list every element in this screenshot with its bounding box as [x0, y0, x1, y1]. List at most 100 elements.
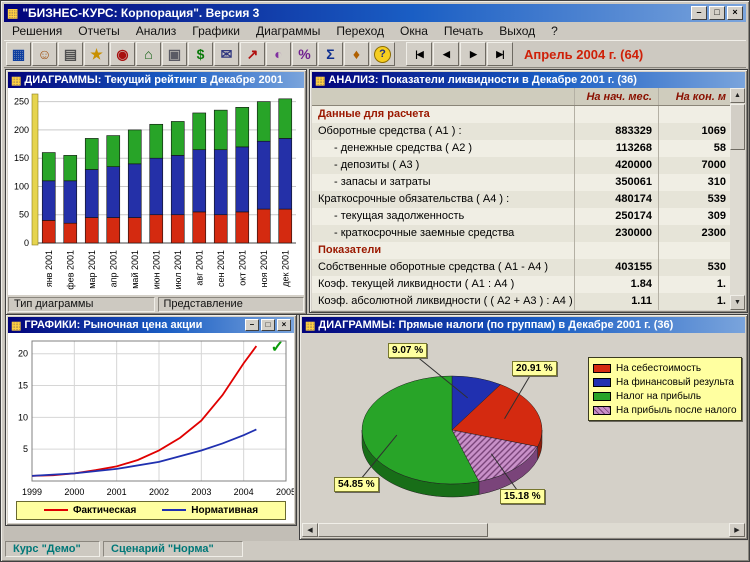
menu-item-7[interactable]: Окна	[392, 23, 436, 39]
window-icon: ▦	[305, 319, 315, 332]
svg-text:июл 2001: июл 2001	[173, 250, 183, 289]
svg-text:2004: 2004	[234, 487, 254, 497]
close-button[interactable]: ×	[727, 6, 743, 20]
nav-first-button[interactable]: |◀	[406, 42, 432, 66]
row-label: Коэф. абсолютной ликвидности ( ( А2 + А3…	[312, 293, 574, 310]
legend-item: Налог на прибыль	[593, 389, 737, 403]
bar-chart-icon[interactable]: ▦	[6, 42, 31, 66]
scroll-up-button[interactable]: ▲	[730, 88, 745, 103]
table-row: - краткосрочные заемные средства23000023…	[312, 225, 730, 242]
window-bar-chart: ▦ ДИАГРАММЫ: Текущий рейтинг в Декабре 2…	[5, 69, 307, 315]
scroll-left-button[interactable]: ◀	[302, 523, 318, 537]
trend-icon[interactable]: ↗	[240, 42, 265, 66]
value-start: 883329	[574, 123, 658, 140]
pie-horizontal-scrollbar[interactable]: ◀ ▶	[302, 523, 745, 537]
analysis-window-title: АНАЛИЗ: Показатели ликвидности в Декабре…	[328, 74, 637, 86]
table-row: Коэф. текущей ликвидности ( А1 : А4 )1.8…	[312, 276, 730, 293]
window-line-chart: ▦ ГРАФИКИ: Рыночная цена акции – □ × 199…	[5, 314, 297, 526]
line-window-title-bar[interactable]: ▦ ГРАФИКИ: Рыночная цена акции – □ ×	[8, 317, 294, 333]
analysis-table: На нач. мес. На кон. м Данные для расчет…	[312, 88, 730, 310]
minimize-button[interactable]: –	[691, 6, 707, 20]
document-icon: ▤	[64, 46, 77, 63]
money-icon[interactable]: $	[188, 42, 213, 66]
title-bar[interactable]: ▦ "БИЗНЕС-КУРС: Корпорация". Версия 3 – …	[4, 4, 746, 22]
maximize-button[interactable]: □	[261, 319, 275, 331]
svg-text:2000: 2000	[64, 487, 84, 497]
table-row: - текущая задолженность250174309	[312, 208, 730, 225]
value-end: 530	[658, 259, 730, 276]
target-icon: ◉	[116, 46, 128, 63]
sum-icon[interactable]: Σ	[318, 42, 343, 66]
menu-item-10[interactable]: ?	[543, 23, 566, 39]
people-icon[interactable]: ☺	[32, 42, 57, 66]
pie-chart-icon[interactable]: ◐	[266, 42, 291, 66]
help-coin-icon[interactable]: ?	[370, 42, 395, 66]
bar-window-title-bar[interactable]: ▦ ДИАГРАММЫ: Текущий рейтинг в Декабре 2…	[8, 72, 304, 88]
svg-text:окт 2001: окт 2001	[237, 250, 247, 286]
menu-bar: РешенияОтчетыАнализГрафикиДиаграммыПерех…	[4, 22, 746, 40]
nav-prev-button[interactable]: ◀	[433, 42, 459, 66]
percent-icon[interactable]: %	[292, 42, 317, 66]
toolbar: ▦☺▤★◉⌂▣$✉↗◐%Σ♦? |◀◀▶▶| Апрель 2004 г. (6…	[4, 40, 746, 68]
svg-text:авг 2001: авг 2001	[194, 250, 204, 286]
legend-item: На себестоимость	[593, 361, 737, 375]
scroll-right-button[interactable]: ▶	[729, 523, 745, 537]
star-icon[interactable]: ★	[84, 42, 109, 66]
menu-item-1[interactable]: Решения	[4, 23, 70, 39]
chart-type-combo[interactable]: Тип диаграммы	[8, 297, 155, 312]
value-end: 539	[658, 191, 730, 208]
line-chart-area: 19992000200120022003200420055101520 ✓ Фа…	[8, 333, 294, 523]
money-icon: $	[197, 46, 205, 62]
svg-text:ноя 2001: ноя 2001	[259, 250, 269, 287]
svg-text:5: 5	[23, 444, 28, 454]
menu-item-8[interactable]: Печать	[436, 23, 491, 39]
analysis-window-title-bar[interactable]: ▦ АНАЛИЗ: Показатели ликвидности в Декаб…	[312, 72, 745, 88]
bar-chart-area: 050100150200250янв 2001фев 2001мар 2001а…	[8, 88, 304, 295]
legend-swatch	[593, 364, 611, 373]
home-icon[interactable]: ⌂	[136, 42, 161, 66]
row-label: - краткосрочные заемные средства	[312, 225, 574, 242]
window-icon: ▦	[11, 319, 21, 332]
value-start: 350061	[574, 174, 658, 191]
svg-text:10: 10	[18, 412, 28, 422]
analysis-vertical-scrollbar[interactable]: ▲ ▼	[730, 88, 745, 310]
svg-text:фев 2001: фев 2001	[65, 250, 75, 290]
maximize-button[interactable]: □	[709, 6, 725, 20]
value-end: 1069	[658, 123, 730, 140]
menu-item-3[interactable]: Анализ	[128, 23, 185, 39]
value-start: 480174	[574, 191, 658, 208]
legend-line-swatch	[162, 509, 186, 511]
analysis-table-header: На нач. мес. На кон. м	[312, 88, 730, 106]
pie-window-title-bar[interactable]: ▦ ДИАГРАММЫ: Прямые налоги (по группам) …	[302, 317, 745, 333]
pie-window-title: ДИАГРАММЫ: Прямые налоги (по группам) в …	[318, 319, 673, 331]
menu-item-2[interactable]: Отчеты	[70, 23, 127, 39]
close-button[interactable]: ×	[277, 319, 291, 331]
target-icon[interactable]: ◉	[110, 42, 135, 66]
legend-label: Налог на прибыль	[616, 391, 701, 402]
mail-icon[interactable]: ✉	[214, 42, 239, 66]
view-combo[interactable]: Представление	[158, 297, 305, 312]
nav-last-button[interactable]: ▶|	[487, 42, 513, 66]
svg-text:сен 2001: сен 2001	[216, 250, 226, 287]
document-icon[interactable]: ▤	[58, 42, 83, 66]
row-label: Оборотные средства ( А1 ) :	[312, 123, 574, 140]
diamond-icon: ♦	[353, 46, 360, 62]
svg-text:200: 200	[14, 125, 29, 135]
table-row: - запасы и затраты350061310	[312, 174, 730, 191]
factory-icon[interactable]: ▣	[162, 42, 187, 66]
menu-item-9[interactable]: Выход	[491, 23, 543, 39]
scroll-down-button[interactable]: ▼	[730, 295, 745, 310]
people-icon: ☺	[37, 46, 51, 62]
pie-slice-label: 20.91 %	[512, 361, 557, 376]
menu-item-5[interactable]: Диаграммы	[248, 23, 328, 39]
nav-next-button[interactable]: ▶	[460, 42, 486, 66]
value-start: 403155	[574, 259, 658, 276]
menu-item-4[interactable]: Графики	[184, 23, 248, 39]
minimize-button[interactable]: –	[245, 319, 259, 331]
diamond-icon[interactable]: ♦	[344, 42, 369, 66]
window-pie-chart: ▦ ДИАГРАММЫ: Прямые налоги (по группам) …	[299, 314, 748, 540]
scrollbar-thumb[interactable]	[730, 104, 745, 150]
menu-item-6[interactable]: Переход	[328, 23, 392, 39]
scrollbar-thumb[interactable]	[318, 523, 488, 537]
column-header-start: На нач. мес.	[574, 88, 658, 105]
